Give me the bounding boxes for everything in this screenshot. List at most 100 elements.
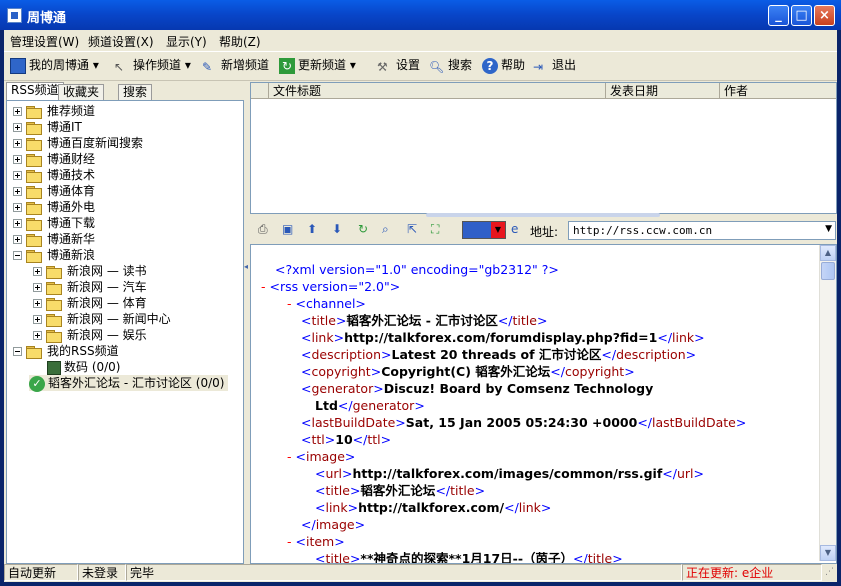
close-button[interactable]: ×	[814, 5, 835, 26]
dropdown-arrow-icon: ▾	[349, 58, 356, 72]
expand-icon[interactable]	[33, 267, 42, 276]
up-arrow-icon[interactable]: ⬆	[307, 222, 325, 240]
update-channel-button[interactable]: ↻ 更新频道 ▾	[279, 56, 356, 74]
my-channel-label: 我的周博通	[29, 58, 90, 72]
left-tabs: RSS频道 收藏夹 搜索	[6, 82, 246, 101]
minimize-button[interactable]: _	[768, 5, 789, 26]
tree-node[interactable]: 博通财经	[13, 151, 95, 167]
dropdown-arrow-icon: ▾	[184, 58, 191, 72]
list-header-date[interactable]: 发表日期	[606, 83, 720, 99]
address-value: http://rss.ccw.com.cn	[573, 224, 713, 237]
search-button[interactable]: 🔍︎ 搜索	[429, 56, 472, 74]
main-window: 周博通 _ □ × 管理设置(W) 频道设置(X) 显示(Y) 帮助(Z) 我的…	[0, 0, 841, 586]
expand-icon[interactable]	[13, 171, 22, 180]
tree-node[interactable]: 博通体育	[13, 183, 95, 199]
tree-node[interactable]: 博通下载	[13, 215, 95, 231]
menu-view[interactable]: 显示(Y)	[166, 33, 207, 50]
expand-icon[interactable]	[33, 331, 42, 340]
tree-node[interactable]: 博通百度新闻搜索	[13, 135, 143, 151]
expand-icon[interactable]	[33, 283, 42, 292]
expand-icon[interactable]	[13, 187, 22, 196]
list-header-icon-col[interactable]	[251, 83, 269, 99]
expand-icon[interactable]	[13, 155, 22, 164]
xml-channel-line: - <channel>	[287, 295, 366, 312]
title-bar[interactable]: 周博通 _ □ ×	[0, 0, 841, 30]
cursor-icon: ↖	[114, 59, 125, 74]
collapse-icon[interactable]	[13, 251, 22, 260]
collapse-icon[interactable]	[13, 347, 22, 356]
tree-node-label: 博通技术	[47, 168, 96, 182]
expand-icon[interactable]	[13, 139, 22, 148]
tree-node-feed[interactable]: 数码 (0/0)	[47, 359, 121, 375]
resize-grip-icon[interactable]: ⋰	[822, 564, 837, 581]
tree-node-label: 新浪网 — 体育	[67, 296, 147, 310]
tree-node-label: 博通下载	[47, 216, 96, 230]
splitter-arrow-icon[interactable]: ◂	[244, 262, 249, 274]
xml-generator-value: Discuz! Board by Comsenz Technology	[383, 381, 654, 396]
tree-node-selected[interactable]: ✓ 韬客外汇论坛 - 汇市讨论区 (0/0)	[29, 375, 229, 392]
tree-node[interactable]: 新浪网 — 娱乐	[33, 327, 147, 343]
folder-icon	[46, 265, 62, 279]
splitter-grip[interactable]	[426, 213, 660, 217]
expand-icon[interactable]	[13, 219, 22, 228]
article-list[interactable]: 文件标题 发表日期 作者	[250, 82, 837, 214]
tree-node[interactable]: 博通新华	[13, 231, 95, 247]
tree-node[interactable]: 博通外电	[13, 199, 95, 215]
list-header-title[interactable]: 文件标题	[269, 83, 606, 99]
refresh-icon[interactable]: ↻	[358, 222, 376, 240]
folder-icon	[26, 345, 42, 359]
settings-button[interactable]: ⚒ 设置	[377, 56, 420, 74]
menu-manage[interactable]: 管理设置(W)	[10, 33, 79, 50]
expand-icon[interactable]	[13, 235, 22, 244]
down-arrow-icon[interactable]: ⬇	[332, 222, 350, 240]
check-icon: ✓	[29, 375, 45, 392]
xml-vertical-scrollbar[interactable]: ▲ ▼	[819, 245, 836, 561]
color-dropdown-icon[interactable]: ▼	[491, 222, 505, 238]
tree-node[interactable]: 新浪网 — 体育	[33, 295, 147, 311]
exit-label: 退出	[552, 58, 577, 72]
exit-button[interactable]: ⇥ 退出	[533, 56, 576, 74]
tree-node-sina[interactable]: 博通新浪	[13, 247, 95, 263]
tree-node-my-rss[interactable]: 我的RSS频道	[13, 343, 119, 359]
address-combobox[interactable]: http://rss.ccw.com.cn ▼	[568, 221, 836, 240]
scroll-up-icon[interactable]: ▲	[820, 245, 836, 261]
expand-icon[interactable]	[33, 315, 42, 324]
expand-icon[interactable]	[33, 299, 42, 308]
my-channel-button[interactable]: 我的周博通 ▾	[10, 56, 99, 74]
tab-search[interactable]: 搜索	[118, 84, 153, 101]
find-icon[interactable]: ⌕	[382, 222, 400, 240]
tree-node[interactable]: 博通IT	[13, 119, 82, 135]
fullscreen-icon[interactable]: ⛶	[431, 222, 449, 240]
right-pane: 文件标题 发表日期 作者 ⎙ ▣ ⬆ ⬇ ↻ ⌕ ⇱ ⛶ ▼ e 地址: htt…	[250, 82, 837, 564]
scroll-thumb[interactable]	[821, 262, 835, 280]
tab-rss[interactable]: RSS频道	[6, 82, 64, 101]
xml-view: <?xml version="1.0" encoding="gb2312" ?>…	[250, 244, 837, 564]
save-icon[interactable]: ▣	[282, 222, 300, 240]
tree-node[interactable]: 新浪网 — 新闻中心	[33, 311, 171, 327]
xml-image-title-line: <title>韬客外汇论坛</title>	[315, 483, 486, 498]
menu-help[interactable]: 帮助(Z)	[219, 33, 261, 50]
list-header-author[interactable]: 作者	[720, 83, 836, 99]
tree-node[interactable]: 推荐频道	[13, 103, 95, 119]
print-icon[interactable]: ⎙	[258, 222, 276, 240]
status-bar: 自动更新 未登录 完毕 正在更新: e企业 ⋰	[4, 563, 837, 582]
tree-node[interactable]: 新浪网 — 汽车	[33, 279, 147, 295]
xml-image-link-value: http://talkforex.com/	[358, 500, 505, 515]
add-channel-button[interactable]: ✎ 新增频道	[202, 56, 269, 74]
tab-favorites[interactable]: 收藏夹	[58, 84, 105, 101]
color-picker[interactable]: ▼	[462, 221, 506, 239]
scroll-down-icon[interactable]: ▼	[820, 545, 836, 561]
export-icon[interactable]: ⇱	[407, 222, 425, 240]
xml-ttl-value: 10	[335, 432, 353, 447]
tree-node[interactable]: 新浪网 — 读书	[33, 263, 147, 279]
expand-icon[interactable]	[13, 107, 22, 116]
maximize-button[interactable]: □	[791, 5, 812, 26]
menu-channel[interactable]: 频道设置(X)	[88, 33, 154, 50]
operate-channel-button[interactable]: ↖ 操作频道 ▾	[114, 56, 191, 74]
expand-icon[interactable]	[13, 123, 22, 132]
help-button[interactable]: ? 帮助	[482, 56, 525, 74]
tree-node[interactable]: 博通技术	[13, 167, 95, 183]
xml-generator-line: <generator>Discuz! Board by Comsenz Tech…	[301, 381, 654, 396]
expand-icon[interactable]	[13, 203, 22, 212]
chevron-down-icon[interactable]: ▼	[825, 224, 832, 234]
